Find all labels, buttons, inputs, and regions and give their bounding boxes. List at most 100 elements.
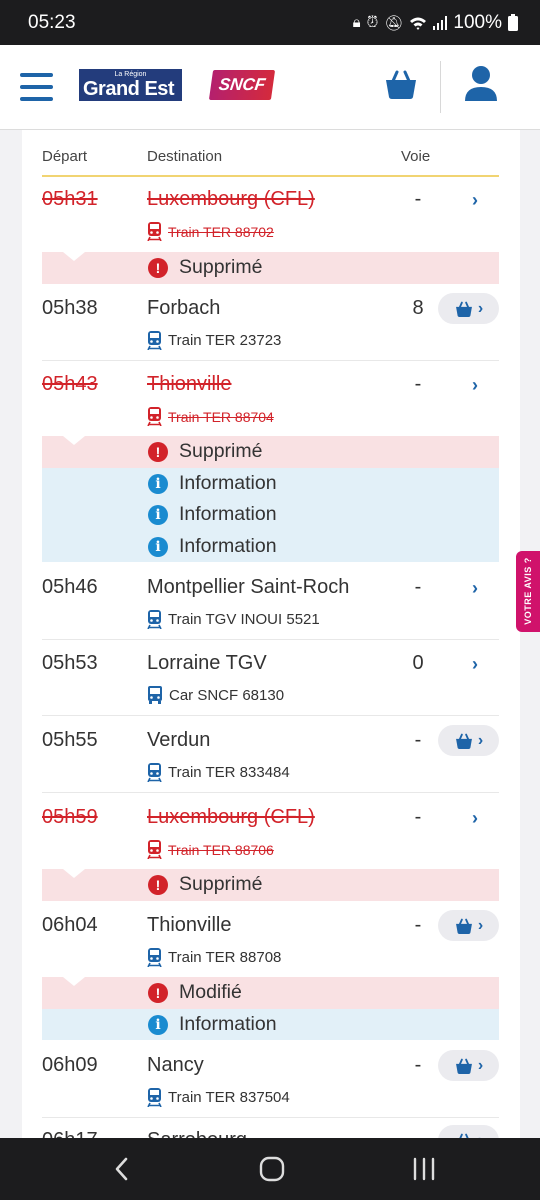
column-header-depart: Départ <box>42 148 88 165</box>
info-notice[interactable]: i Information <box>42 530 499 562</box>
alert-icon: ! <box>148 983 168 1003</box>
destination: Montpellier Saint-Roch <box>147 576 350 598</box>
platform: - <box>414 576 422 598</box>
departure-time: 05h31 <box>42 188 98 210</box>
departure-time: 05h43 <box>42 373 98 395</box>
chevron-right-icon[interactable]: › <box>472 578 492 598</box>
platform: - <box>414 1054 422 1076</box>
mute-icon: 🔕︎ <box>384 14 404 32</box>
chevron-right-icon: › <box>477 731 484 749</box>
train-icon <box>147 948 162 967</box>
chevron-right-icon[interactable]: › <box>472 375 492 395</box>
user-icon[interactable] <box>463 65 499 103</box>
train-info: Train TER 88704 <box>147 407 274 426</box>
vpn-icon: 🔒︎ <box>352 14 361 31</box>
back-icon[interactable] <box>108 1156 136 1182</box>
chevron-right-icon[interactable]: › <box>472 654 492 674</box>
alert-icon: ! <box>148 875 168 895</box>
info-notice[interactable]: i Information <box>42 1008 499 1040</box>
info-icon: i <box>148 473 168 494</box>
destination: Luxembourg (CFL) <box>147 188 315 210</box>
platform: 0 <box>412 652 424 674</box>
buy-ticket-button[interactable]: › <box>438 725 499 756</box>
departure-time: 06h04 <box>42 914 98 936</box>
basket-icon <box>455 918 472 934</box>
platform: - <box>414 188 422 210</box>
buy-ticket-button[interactable]: › <box>438 1125 499 1138</box>
train-icon <box>147 1088 162 1107</box>
train-info: Car SNCF 68130 <box>147 686 284 705</box>
recents-icon[interactable] <box>410 1156 438 1182</box>
train-info: Train TER 88706 <box>147 840 274 859</box>
row-divider <box>42 360 499 361</box>
notch <box>63 252 85 261</box>
destination: Nancy <box>147 1054 204 1076</box>
status-time: 05:23 <box>28 11 76 33</box>
feedback-tab[interactable]: VOTRE AVIS ? <box>516 551 540 632</box>
status-bar: 05:23 🔒︎ ⏰︎ 🔕︎ 100% <box>0 0 540 45</box>
destination: Verdun <box>147 729 211 751</box>
home-icon[interactable] <box>258 1156 286 1182</box>
info-icon: i <box>148 1014 168 1035</box>
battery-icon <box>508 14 518 31</box>
header-divider-line <box>42 175 499 177</box>
departures-table: Départ Destination Voie 05h31 Luxembourg… <box>22 130 520 1138</box>
destination: Sarrebourg <box>147 1129 247 1138</box>
column-header-voie: Voie <box>401 148 431 165</box>
alert-supprime[interactable]: ! Supprimé <box>42 252 499 284</box>
alert-icon: ! <box>148 258 168 278</box>
chevron-right-icon: › <box>477 1056 484 1074</box>
train-icon <box>147 222 162 241</box>
row-divider <box>42 715 499 716</box>
system-nav-bar <box>0 1138 540 1200</box>
alarm-icon: ⏰︎ <box>366 14 379 31</box>
bus-icon <box>148 686 162 704</box>
platform: 8 <box>412 297 424 319</box>
chevron-right-icon: › <box>477 916 484 934</box>
hamburger-menu-icon[interactable] <box>20 73 53 101</box>
destination: Forbach <box>147 297 221 319</box>
departure-time: 05h46 <box>42 576 98 598</box>
notch <box>63 977 85 986</box>
train-icon <box>147 610 162 629</box>
departure-time: 05h53 <box>42 652 98 674</box>
destination: Thionville <box>147 914 232 936</box>
train-info: Train TGV INOUI 5521 <box>147 610 320 629</box>
row-divider <box>42 792 499 793</box>
info-notice[interactable]: i Information <box>42 467 499 499</box>
basket-icon <box>455 733 472 749</box>
basket-icon <box>455 1058 472 1074</box>
destination: Lorraine TGV <box>147 652 267 674</box>
chevron-right-icon[interactable]: › <box>472 190 492 210</box>
buy-ticket-button[interactable]: › <box>438 910 499 941</box>
train-info: Train TER 837504 <box>147 1088 290 1107</box>
chevron-right-icon[interactable]: › <box>472 808 492 828</box>
buy-ticket-button[interactable]: › <box>438 293 499 324</box>
status-icons: 🔒︎ ⏰︎ 🔕︎ 100% <box>353 12 518 34</box>
buy-ticket-button[interactable]: › <box>438 1050 499 1081</box>
header-divider <box>440 61 441 113</box>
platform: - <box>414 806 422 828</box>
chevron-right-icon: › <box>477 299 484 317</box>
info-notice[interactable]: i Information <box>42 499 499 531</box>
basket-icon[interactable] <box>384 67 418 101</box>
train-icon <box>147 840 162 859</box>
platform: - <box>414 914 422 936</box>
platform: - <box>414 729 422 751</box>
sncf-logo[interactable]: SNCF <box>208 70 276 100</box>
region-grand-est-logo[interactable]: La Région Grand Est <box>79 69 182 101</box>
battery-level: 100% <box>453 11 502 33</box>
departure-time: 05h38 <box>42 297 98 319</box>
notch <box>63 869 85 878</box>
column-header-destination: Destination <box>147 148 223 165</box>
train-info: Train TER 833484 <box>147 763 290 782</box>
alert-supprime[interactable]: ! Supprimé <box>42 436 499 468</box>
train-icon <box>147 331 162 350</box>
wifi-icon <box>410 17 427 30</box>
alert-modifie[interactable]: ! Modifié <box>42 977 499 1009</box>
destination: Thionville <box>147 373 232 395</box>
alert-supprime[interactable]: ! Supprimé <box>42 869 499 901</box>
destination: Luxembourg (CFL) <box>147 806 315 828</box>
info-icon: i <box>148 536 168 557</box>
departure-time: 06h09 <box>42 1054 98 1076</box>
